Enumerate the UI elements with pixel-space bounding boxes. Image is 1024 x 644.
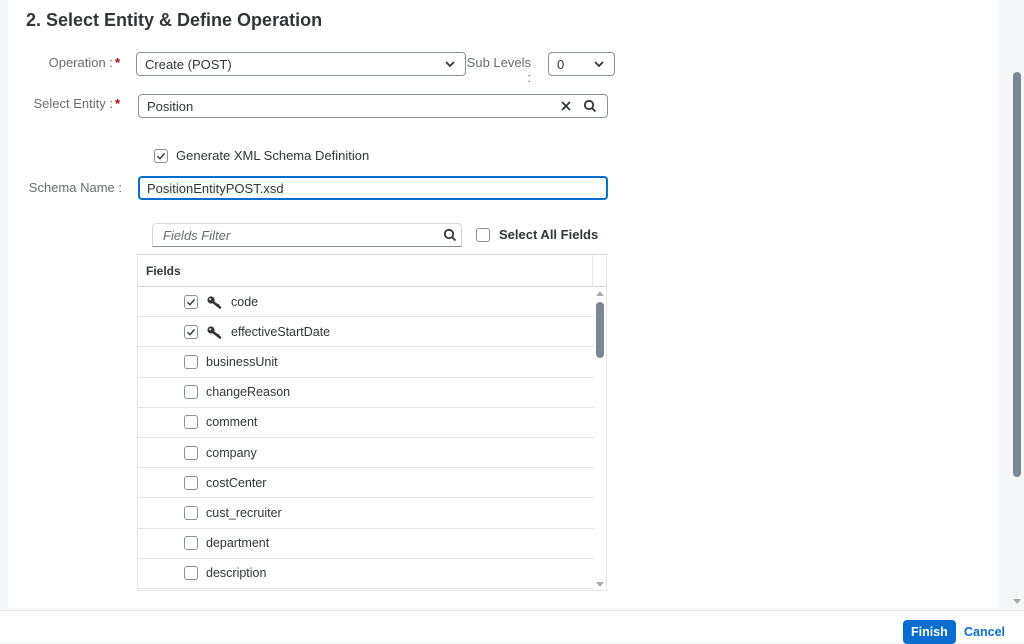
table-row[interactable]: cust_recruiter xyxy=(138,498,594,529)
table-row[interactable]: effectiveStartDate xyxy=(138,317,594,348)
required-mark: * xyxy=(114,55,120,70)
field-name: comment xyxy=(206,415,258,430)
schema-name-label: Schema Name : xyxy=(28,180,122,195)
page-scroll-down-arrow[interactable] xyxy=(1013,599,1021,604)
cancel-button[interactable]: Cancel xyxy=(956,620,1013,644)
field-checkbox[interactable] xyxy=(184,566,198,581)
table-row[interactable]: description xyxy=(138,559,594,589)
key-icon xyxy=(206,325,222,339)
operation-select[interactable]: Create (POST) xyxy=(136,52,466,76)
required-mark: * xyxy=(114,96,120,111)
section-title: 2. Select Entity & Define Operation xyxy=(26,10,323,30)
column-divider xyxy=(592,255,593,287)
field-name: description xyxy=(206,566,267,581)
key-icon xyxy=(206,295,222,309)
select-entity-value: Position xyxy=(147,98,194,114)
generate-xsd-checkbox[interactable] xyxy=(154,148,168,163)
scroll-up-arrow[interactable] xyxy=(596,291,604,296)
field-checkbox[interactable] xyxy=(184,354,198,369)
field-checkbox[interactable] xyxy=(184,445,198,460)
field-name: cust_recruiter xyxy=(206,505,282,520)
table-row[interactable]: company xyxy=(138,438,594,469)
select-all-label: Select All Fields xyxy=(499,227,599,242)
sub-levels-value: 0 xyxy=(557,56,565,72)
table-row[interactable]: comment xyxy=(138,408,594,438)
field-checkbox[interactable] xyxy=(184,505,198,520)
fields-column-header: Fields xyxy=(146,263,181,278)
operation-label: Operation : * xyxy=(48,55,120,70)
field-checkbox[interactable] xyxy=(184,324,198,339)
field-name: costCenter xyxy=(206,475,267,490)
chevron-down-icon xyxy=(592,57,606,71)
search-icon[interactable] xyxy=(581,97,599,115)
table-row[interactable]: code xyxy=(138,287,594,318)
select-entity-label: Select Entity : * xyxy=(33,96,120,111)
schema-name-input[interactable]: PositionEntityPOST.xsd xyxy=(138,176,608,200)
fields-table: Fields code effectiveStartDate businessUni… xyxy=(137,254,607,591)
field-checkbox[interactable] xyxy=(184,475,198,490)
page-scrollbar-thumb[interactable] xyxy=(1013,72,1021,477)
footer-bar: Finish Cancel xyxy=(0,610,1024,644)
field-checkbox[interactable] xyxy=(184,294,198,309)
fields-filter-field[interactable] xyxy=(152,223,462,247)
generate-xsd-option[interactable]: Generate XML Schema Definition xyxy=(154,148,369,163)
form-panel: 2. Select Entity & Define Operation Oper… xyxy=(8,0,998,608)
schema-name-value: PositionEntityPOST.xsd xyxy=(147,180,284,196)
fields-table-header: Fields xyxy=(138,255,606,287)
table-row[interactable]: costCenter xyxy=(138,468,594,499)
operation-select-value: Create (POST) xyxy=(145,56,232,72)
field-name: effectiveStartDate xyxy=(231,324,331,339)
scroll-down-arrow[interactable] xyxy=(596,582,604,587)
field-name: company xyxy=(206,445,257,460)
field-name: department xyxy=(206,536,270,551)
chevron-down-icon xyxy=(443,57,457,71)
table-row[interactable]: changeReason xyxy=(138,378,594,408)
field-name: code xyxy=(231,294,259,309)
field-checkbox[interactable] xyxy=(184,415,198,430)
select-all-checkbox[interactable] xyxy=(476,227,490,242)
clear-icon[interactable] xyxy=(557,97,575,115)
field-name: businessUnit xyxy=(206,354,278,369)
search-icon[interactable] xyxy=(441,226,459,244)
scrollbar-thumb[interactable] xyxy=(596,302,604,358)
table-row[interactable]: businessUnit xyxy=(138,347,594,378)
finish-button[interactable]: Finish xyxy=(903,620,956,644)
fields-filter-input[interactable] xyxy=(161,226,435,244)
sub-levels-label: Sub Levels : xyxy=(466,55,531,85)
table-row[interactable]: department xyxy=(138,529,594,559)
page-scrollbar[interactable] xyxy=(1012,70,1022,604)
generate-xsd-label: Generate XML Schema Definition xyxy=(176,148,370,163)
sub-levels-select[interactable]: 0 xyxy=(548,52,615,76)
fields-table-scrollbar[interactable] xyxy=(594,288,606,590)
fields-table-body: code effectiveStartDate businessUnit change… xyxy=(138,287,606,589)
select-entity-input[interactable]: Position xyxy=(138,94,608,118)
field-checkbox[interactable] xyxy=(184,536,198,551)
field-checkbox[interactable] xyxy=(184,385,198,400)
select-all-fields[interactable]: Select All Fields xyxy=(476,227,598,242)
field-name: changeReason xyxy=(206,385,291,400)
